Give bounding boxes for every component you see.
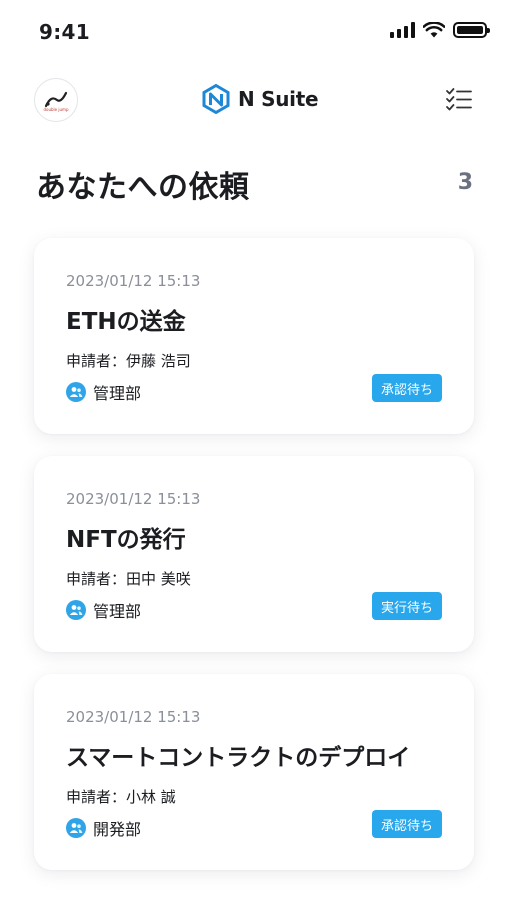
- avatar[interactable]: double jump: [34, 78, 78, 122]
- request-department: 管理部: [66, 598, 141, 622]
- status-badge: 承認待ち: [371, 810, 442, 838]
- brand-name: N Suite: [238, 87, 319, 111]
- request-department: 管理部: [66, 380, 141, 404]
- request-title: NFTの発行: [66, 527, 186, 553]
- request-card[interactable]: 2023/01/12 15:13 ETHの送金 申請者：伊藤 浩司 管理部 承認…: [34, 238, 474, 434]
- department-label: 管理部: [93, 384, 142, 403]
- request-applicant: 申請者：田中 美咲: [66, 570, 191, 588]
- status-icons: [390, 22, 490, 38]
- request-applicant: 申請者：伊藤 浩司: [66, 352, 191, 370]
- wifi-icon: [423, 22, 445, 38]
- app-header: double jump N Suite: [0, 60, 507, 140]
- request-date: 2023/01/12 15:13: [66, 272, 201, 290]
- brand: N Suite: [202, 84, 319, 114]
- request-card[interactable]: 2023/01/12 15:13 NFTの発行 申請者：田中 美咲 管理部 実行…: [34, 456, 474, 652]
- battery-icon: [453, 22, 490, 38]
- request-title: スマートコントラクトのデプロイ: [66, 745, 411, 771]
- user-group-icon: [66, 600, 86, 620]
- company-logo-icon: [44, 91, 68, 107]
- section-title: あなたへの依頼: [36, 170, 250, 205]
- checklist-icon[interactable]: [445, 86, 473, 114]
- user-group-icon: [66, 382, 86, 402]
- request-applicant: 申請者：小林 誠: [66, 788, 176, 806]
- request-date: 2023/01/12 15:13: [66, 490, 201, 508]
- status-badge: 承認待ち: [371, 374, 442, 402]
- nsuite-logo-icon: [202, 84, 230, 114]
- avatar-logo-text: double jump: [43, 106, 69, 112]
- request-card[interactable]: 2023/01/12 15:13 スマートコントラクトのデプロイ 申請者：小林 …: [34, 674, 474, 870]
- status-bar: 9:41: [0, 0, 507, 60]
- request-date: 2023/01/12 15:13: [66, 708, 201, 726]
- request-title: ETHの送金: [66, 309, 186, 335]
- request-department: 開発部: [66, 816, 141, 840]
- request-count: 3: [457, 170, 473, 195]
- department-label: 開発部: [93, 820, 142, 839]
- status-badge: 実行待ち: [371, 592, 442, 620]
- user-group-icon: [66, 818, 86, 838]
- signal-icon: [390, 22, 415, 38]
- status-time: 9:41: [39, 20, 90, 44]
- main-content: あなたへの依頼 3 2023/01/12 15:13 ETHの送金 申請者：伊藤…: [0, 140, 507, 900]
- department-label: 管理部: [93, 602, 142, 621]
